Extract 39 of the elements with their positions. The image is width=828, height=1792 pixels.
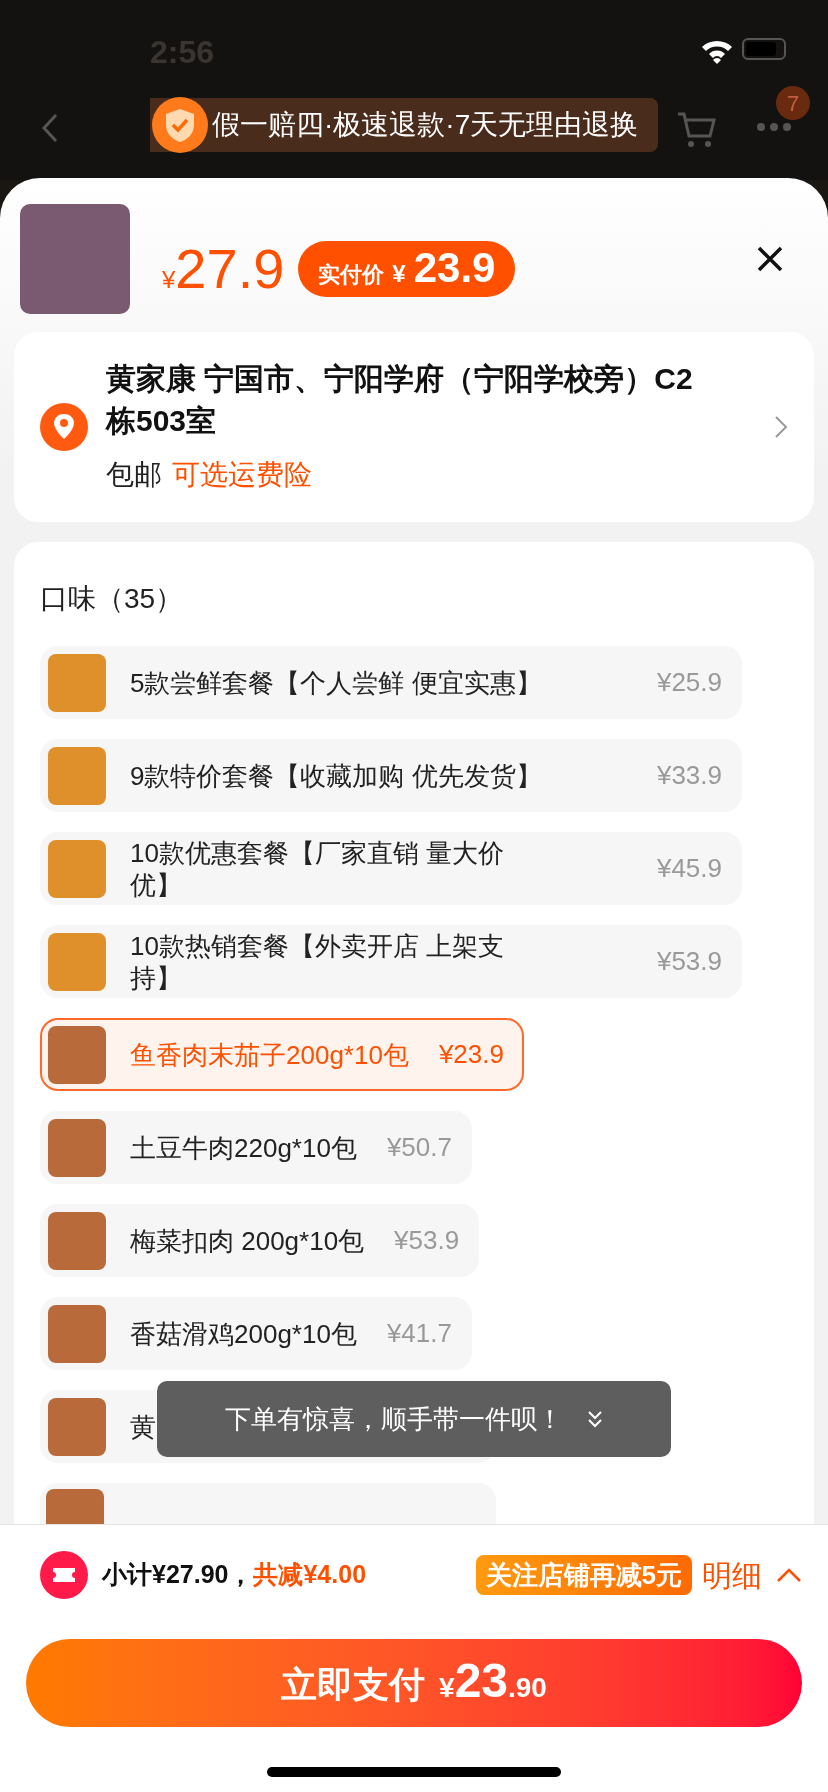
ticket-icon [40, 1551, 88, 1599]
address-text: 黄家康 宁国市、宁阳学府（宁阳学校旁）C2栋503室 [106, 361, 694, 439]
flavor-option[interactable]: 香菇滑鸡200g*10包 ¥41.7 [40, 1297, 472, 1370]
photo-placeholder [48, 1025, 106, 1084]
photo-placeholder [48, 932, 106, 991]
double-chevron-down-icon[interactable] [587, 1410, 603, 1428]
guarantee-banner: 假一赔四·极速退款·7天无理由退换 [150, 98, 659, 152]
shield-check-icon [152, 97, 208, 153]
more-icon[interactable] [756, 122, 792, 132]
photo-placeholder [48, 1397, 106, 1456]
wifi-icon [700, 38, 734, 64]
free-shipping-label: 包邮 [106, 458, 162, 492]
photo-placeholder [48, 1304, 106, 1363]
price-currency: ¥ [162, 265, 176, 295]
flavor-option[interactable]: 土豆牛肉220g*10包 ¥50.7 [40, 1111, 472, 1184]
close-icon[interactable] [756, 245, 784, 273]
price: 27.9 [175, 240, 285, 297]
subtotal-text: 小计¥27.90， [102, 1559, 254, 1591]
flavor-option[interactable]: 10款热销套餐【外卖开店 上架支持】 ¥53.9 [40, 925, 742, 998]
discount-text: 共减¥4.00 [253, 1559, 367, 1591]
photo-placeholder [48, 1211, 106, 1270]
flavor-option[interactable]: 5款尝鲜套餐【个人尝鲜 便宜实惠】 ¥25.9 [40, 646, 742, 719]
toast: 下单有惊喜，顺手带一件呗！ [157, 1381, 671, 1457]
flavor-option[interactable]: 梅菜扣肉 200g*10包 ¥53.9 [40, 1204, 480, 1277]
flavor-option[interactable]: 9款特价套餐【收藏加购 优先发货】 ¥33.9 [40, 739, 742, 812]
photo-placeholder [48, 746, 106, 805]
flavor-title: 口味（35） [40, 582, 185, 616]
back-icon[interactable] [40, 112, 60, 144]
cart-badge: 7 [776, 86, 810, 120]
photo-placeholder [48, 1118, 106, 1177]
flavor-option[interactable]: 10款优惠套餐【厂家直销 量大价优】 ¥45.9 [40, 832, 742, 905]
photo-placeholder [48, 653, 106, 712]
paid-price-pill: 实付价 ¥ 23.9 [298, 241, 516, 297]
battery-icon [742, 38, 786, 60]
chevron-up-icon[interactable] [776, 1567, 802, 1583]
chevron-right-icon [774, 415, 788, 439]
photo-placeholder [48, 839, 106, 898]
address-card[interactable]: 黄家康 宁国市、宁阳学府（宁阳学校旁）C2栋503室 包邮 可选运费险 [14, 332, 814, 522]
location-pin-icon [40, 403, 88, 451]
